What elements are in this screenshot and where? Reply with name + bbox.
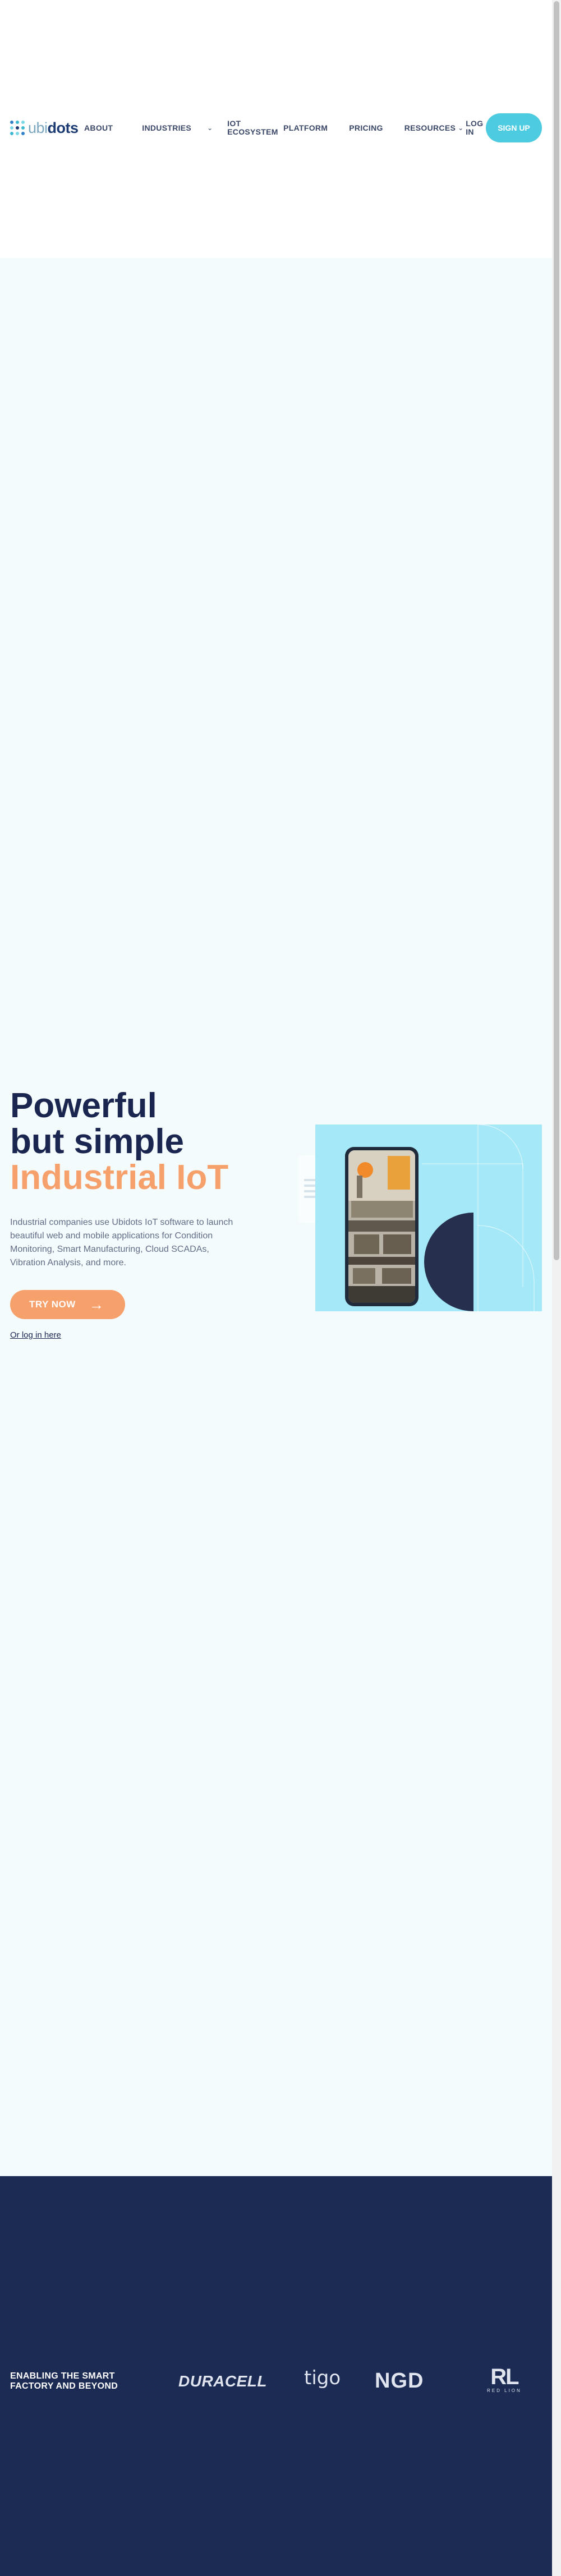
page-scrollbar[interactable] — [552, 0, 561, 2576]
factory-photo — [348, 1150, 415, 1303]
logo-wordmark: ubidots — [28, 119, 79, 137]
nav-item-iot-ecosystem[interactable]: IOT ECOSYSTEM — [227, 119, 278, 136]
duracell-logo: DURACELL — [178, 2372, 267, 2390]
hero-section: Powerful but simple Industrial IoT Indus… — [0, 258, 552, 2176]
nav-item-about[interactable]: ABOUT — [84, 123, 113, 132]
signup-button[interactable]: SIGN UP — [486, 113, 542, 142]
hero-description: Industrial companies use Ubidots IoT sof… — [10, 1218, 233, 1268]
phone-mockup — [345, 1147, 419, 1306]
try-now-label: TRY NOW — [29, 1299, 76, 1310]
chevron-down-icon[interactable]: ⌄ — [458, 124, 463, 132]
arrow-right-icon: → — [89, 1296, 104, 1313]
red-lion-wordmark: RED LION — [487, 2388, 522, 2393]
hero-title-line1: Powerful — [10, 1086, 157, 1125]
red-lion-mark: RL — [490, 2365, 519, 2389]
logo-wordmark-light: ubi — [28, 119, 48, 136]
nav-bar: ubidots ABOUT INDUSTRIES ⌄ IOT ECOSYSTEM… — [10, 112, 542, 144]
nav-login[interactable]: LOG IN — [466, 119, 483, 136]
ngd-logo: NGD — [375, 2369, 424, 2393]
hero-title: Powerful but simple Industrial IoT — [10, 1088, 228, 1196]
try-now-button[interactable]: TRY NOW → — [10, 1290, 125, 1319]
nav-item-platform[interactable]: PLATFORM — [283, 123, 328, 132]
login-link[interactable]: Or log in here — [10, 1330, 61, 1340]
clients-label: ENABLING THE SMART FACTORY AND BEYOND — [10, 2371, 118, 2391]
logo-wordmark-bold: dots — [47, 119, 79, 136]
hero-title-accent: Industrial IoT — [10, 1158, 229, 1197]
top-navigation: ubidots ABOUT INDUSTRIES ⌄ IOT ECOSYSTEM… — [0, 0, 552, 258]
nav-item-industries[interactable]: INDUSTRIES — [142, 123, 191, 132]
red-lion-logo: RL RED LION — [487, 2366, 522, 2393]
hero-title-line2: but simple — [10, 1122, 185, 1161]
tigo-logo: tigo — [304, 2367, 341, 2389]
chevron-down-icon[interactable]: ⌄ — [207, 124, 213, 132]
scrollbar-thumb[interactable] — [554, 1, 559, 1260]
nav-item-pricing[interactable]: PRICING — [349, 123, 383, 132]
clients-section: ENABLING THE SMART FACTORY AND BEYOND DU… — [0, 2176, 552, 2576]
ubidots-logo[interactable]: ubidots — [10, 119, 83, 137]
nav-item-resources[interactable]: RESOURCES — [404, 123, 456, 132]
main-menu: ABOUT INDUSTRIES ⌄ IOT ECOSYSTEM PLATFOR… — [83, 119, 486, 136]
ubidots-logo-icon — [10, 121, 25, 135]
